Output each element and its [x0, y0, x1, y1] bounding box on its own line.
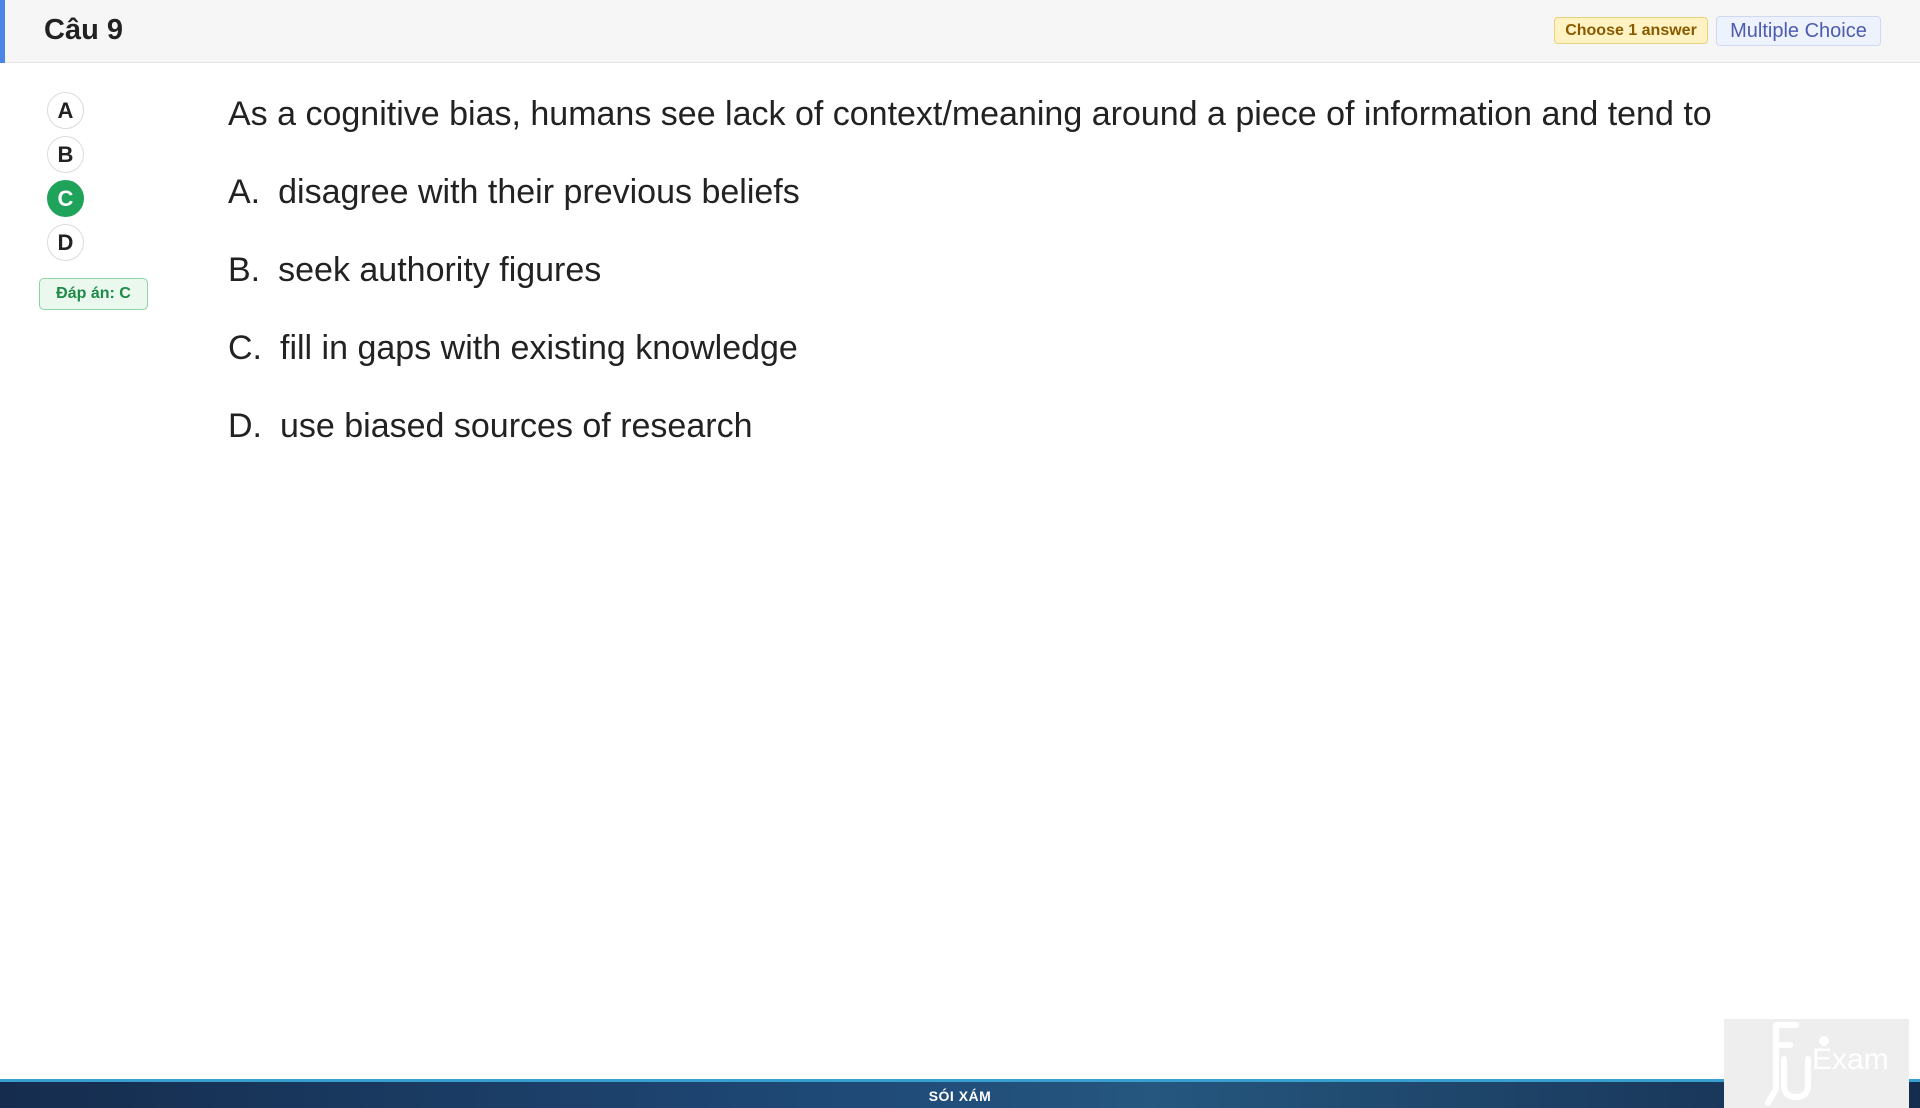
question-type-badge: Multiple Choice	[1716, 16, 1881, 46]
header-accent-bar	[0, 0, 5, 63]
choice-d-letter: D.	[228, 407, 262, 445]
choice-b-text: seek authority figures	[278, 251, 602, 289]
choice-c-letter: C.	[228, 329, 262, 367]
choice-a-letter: A.	[228, 173, 261, 211]
fu-exam-logo: Exam	[1724, 1019, 1909, 1108]
option-c-button[interactable]: C	[47, 180, 84, 217]
choice-c-text: fill in gaps with existing knowledge	[280, 329, 798, 367]
option-d-button[interactable]: D	[47, 224, 84, 261]
footer-label: SÓI XÁM	[928, 1088, 992, 1104]
question-header: Câu 9 Choose 1 answer Multiple Choice	[0, 0, 1920, 63]
choice-a-text: disagree with their previous beliefs	[278, 173, 800, 211]
choice-d-text: use biased sources of research	[280, 407, 753, 445]
choice-a: A. disagree with their previous beliefs	[228, 173, 800, 212]
choose-count-badge: Choose 1 answer	[1554, 17, 1708, 44]
fu-exam-logo-icon: Exam	[1765, 1022, 1889, 1106]
footer-bar: SÓI XÁM	[0, 1079, 1920, 1108]
choice-b-letter: B.	[228, 251, 261, 289]
choice-b: B. seek authority figures	[228, 251, 601, 290]
choice-d: D. use biased sources of research	[228, 407, 752, 446]
answer-badge: Đáp án: C	[39, 278, 148, 310]
option-b-button[interactable]: B	[47, 136, 84, 173]
logo-text: Exam	[1812, 1043, 1889, 1076]
choice-c: C. fill in gaps with existing knowledge	[228, 329, 798, 368]
question-text: As a cognitive bias, humans see lack of …	[228, 95, 1712, 133]
question-number-title: Câu 9	[44, 14, 123, 46]
option-a-button[interactable]: A	[47, 92, 84, 129]
